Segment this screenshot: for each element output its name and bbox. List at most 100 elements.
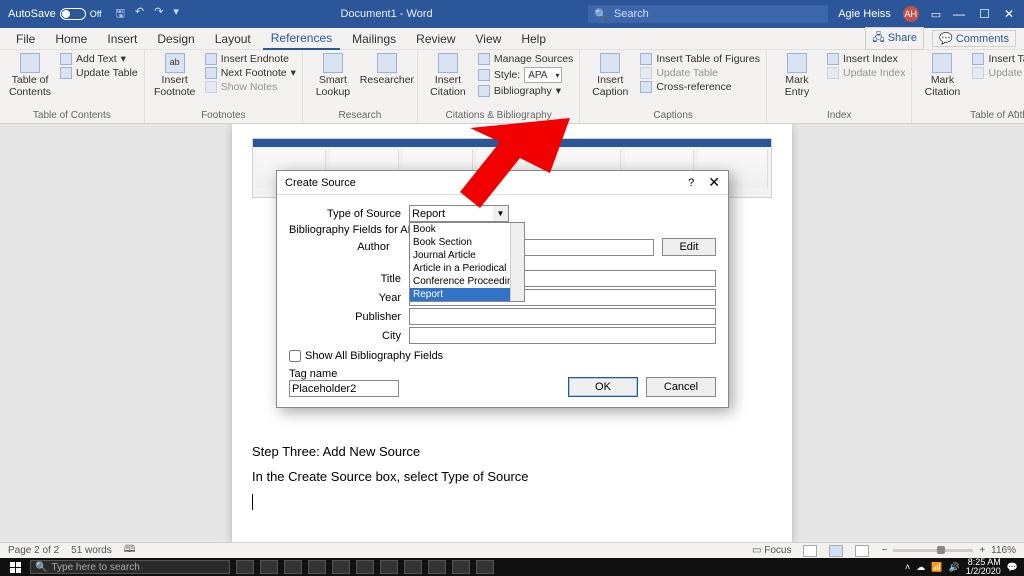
insert-footnote-button[interactable]: abInsert Footnote <box>151 53 199 98</box>
tab-view[interactable]: View <box>468 29 510 49</box>
group-label: Footnotes <box>151 108 296 123</box>
option-journal[interactable]: Journal Article <box>410 249 524 262</box>
city-input[interactable] <box>409 327 716 344</box>
collapse-ribbon-icon[interactable]: ⌃ <box>1012 110 1020 121</box>
onedrive-icon[interactable]: ☁ <box>916 562 925 573</box>
tab-file[interactable]: File <box>8 29 43 49</box>
mark-entry-button[interactable]: Mark Entry <box>773 53 821 98</box>
page-indicator[interactable]: Page 2 of 2 <box>8 545 59 556</box>
chevron-down-icon[interactable]: ▼ <box>493 205 509 222</box>
task-icon[interactable] <box>332 560 350 574</box>
save-icon[interactable]: 🖫 <box>116 5 125 24</box>
start-button[interactable] <box>0 562 30 573</box>
task-icon[interactable] <box>476 560 494 574</box>
author-input[interactable] <box>506 239 654 256</box>
task-icon[interactable] <box>404 560 422 574</box>
tray-up-icon[interactable]: ˄ <box>905 562 910 572</box>
researcher-button[interactable]: Researcher <box>363 53 411 87</box>
task-icon[interactable] <box>356 560 374 574</box>
insert-index-button[interactable]: Insert Index <box>827 53 905 65</box>
wifi-icon[interactable]: 📶 <box>931 562 942 573</box>
bibliography-button[interactable]: Bibliography ▾ <box>478 85 573 97</box>
update-table-button[interactable]: Update Table <box>60 67 138 79</box>
toc-button[interactable]: Table of Contents <box>6 53 54 98</box>
ribbon-options-icon[interactable]: ▭ <box>931 8 941 21</box>
user-name[interactable]: Agie Heiss <box>838 8 891 20</box>
add-text-button[interactable]: Add Text ▾ <box>60 53 138 65</box>
qat-more-icon[interactable]: ▾ <box>173 5 179 24</box>
edit-button[interactable]: Edit <box>662 238 716 256</box>
option-book-section[interactable]: Book Section <box>410 236 524 249</box>
cross-reference-button[interactable]: Cross-reference <box>640 81 760 93</box>
zoom-control[interactable]: − + 116% <box>881 545 1016 556</box>
cancel-button[interactable]: Cancel <box>646 377 716 397</box>
notifications-icon[interactable]: 💬 <box>1007 562 1018 573</box>
taskbar-search[interactable]: 🔍 Type here to search <box>30 560 230 574</box>
tab-design[interactable]: Design <box>149 29 202 49</box>
tab-mailings[interactable]: Mailings <box>344 29 404 49</box>
tab-layout[interactable]: Layout <box>207 29 259 49</box>
undo-icon[interactable]: ↶ <box>135 5 144 24</box>
minimize-icon[interactable]: — <box>953 7 965 21</box>
view-print-icon[interactable] <box>829 545 843 557</box>
showall-checkbox[interactable] <box>289 350 301 362</box>
view-read-icon[interactable] <box>803 545 817 557</box>
insert-citation-button[interactable]: Insert Citation <box>424 53 472 98</box>
option-book[interactable]: Book <box>410 223 524 236</box>
option-conference[interactable]: Conference Proceedings <box>410 275 524 288</box>
system-tray[interactable]: ˄ ☁ 📶 🔊 8:25 AM 1/2/2020 💬 <box>899 558 1024 576</box>
insert-toa-button[interactable]: Insert Table of Authorities <box>972 53 1024 65</box>
volume-icon[interactable]: 🔊 <box>949 562 960 573</box>
smart-lookup-button[interactable]: Smart Lookup <box>309 53 357 98</box>
style-select[interactable]: Style: APA <box>478 67 573 83</box>
task-icon[interactable] <box>428 560 446 574</box>
dropdown-scrollbar[interactable] <box>510 223 524 301</box>
manage-sources-button[interactable]: Manage Sources <box>478 53 573 65</box>
task-icon[interactable] <box>452 560 470 574</box>
zoom-level[interactable]: 116% <box>991 545 1016 556</box>
task-icon[interactable] <box>308 560 326 574</box>
maximize-icon[interactable]: ☐ <box>979 7 990 21</box>
show-all-fields-check[interactable]: Show All Bibliography Fields <box>289 350 716 362</box>
ok-button[interactable]: OK <box>568 377 638 397</box>
task-icon[interactable] <box>284 560 302 574</box>
clock[interactable]: 8:25 AM 1/2/2020 <box>966 558 1001 576</box>
insert-caption-button[interactable]: Insert Caption <box>586 53 634 98</box>
task-icon[interactable] <box>236 560 254 574</box>
share-button[interactable]: 🖧 Share <box>865 27 924 50</box>
mark-citation-button[interactable]: Mark Citation <box>918 53 966 98</box>
next-footnote-button[interactable]: Next Footnote ▾ <box>205 67 296 79</box>
zoom-slider[interactable] <box>893 549 973 552</box>
insert-endnote-button[interactable]: Insert Endnote <box>205 53 296 65</box>
tab-references[interactable]: References <box>263 28 340 50</box>
help-icon[interactable]: ? <box>688 177 694 189</box>
tab-home[interactable]: Home <box>47 29 95 49</box>
title-search[interactable]: 🔍 Search <box>588 5 828 23</box>
option-periodical[interactable]: Article in a Periodical <box>410 262 524 275</box>
task-icon[interactable] <box>380 560 398 574</box>
option-report[interactable]: Report <box>410 288 524 301</box>
tab-help[interactable]: Help <box>513 29 554 49</box>
tagname-input[interactable] <box>289 380 399 397</box>
autosave-toggle[interactable]: AutoSave Off <box>0 8 110 20</box>
focus-mode[interactable]: ▭ Focus <box>752 545 791 556</box>
close-dialog-icon[interactable]: ✕ <box>708 174 720 191</box>
table-of-figures-button[interactable]: Insert Table of Figures <box>640 53 760 65</box>
tab-insert[interactable]: Insert <box>99 29 145 49</box>
comments-button[interactable]: 💬 Comments <box>932 30 1016 47</box>
proofing-icon[interactable]: 🕮 <box>124 542 136 559</box>
view-web-icon[interactable] <box>855 545 869 557</box>
redo-icon[interactable]: ↷ <box>154 5 163 24</box>
tab-review[interactable]: Review <box>408 29 463 49</box>
zoom-out-icon[interactable]: − <box>881 545 887 556</box>
type-of-source-combo[interactable]: ▼ Book Book Section Journal Article Arti… <box>409 205 509 222</box>
dialog-titlebar[interactable]: Create Source ? ✕ <box>277 171 728 195</box>
word-count[interactable]: 51 words <box>71 545 112 556</box>
close-icon[interactable]: ✕ <box>1004 7 1014 21</box>
task-icon[interactable] <box>260 560 278 574</box>
type-dropdown: Book Book Section Journal Article Articl… <box>409 222 525 302</box>
publisher-input[interactable] <box>409 308 716 325</box>
avatar[interactable]: AH <box>903 6 919 22</box>
zoom-in-icon[interactable]: + <box>979 545 985 556</box>
toggle-pill[interactable] <box>60 8 86 20</box>
